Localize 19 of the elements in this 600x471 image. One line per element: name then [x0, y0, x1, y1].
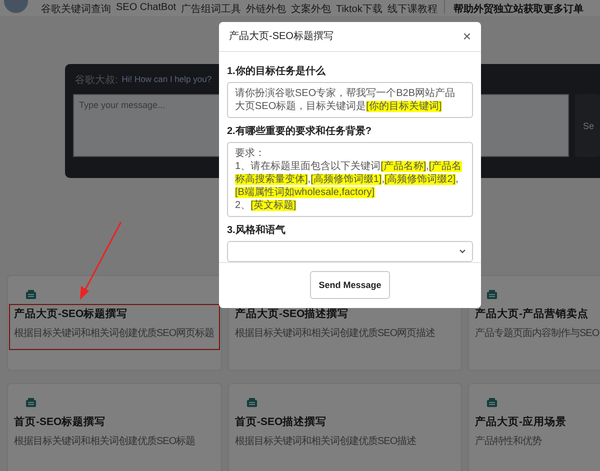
card-title: 产品大页-产品营销卖点	[475, 307, 588, 321]
card-title: 首页-SEO描述撰写	[235, 415, 327, 429]
greeting-text: Hi! How can I help you?	[122, 73, 212, 86]
card-title: 首页-SEO标题撰写	[14, 415, 106, 429]
field-label: 2.有哪些重要的要求和任务背景?	[227, 124, 372, 138]
card-description: 根据目标关键词和相关词创建优质SEO描述	[235, 435, 416, 449]
card-title: 产品大页-应用场景	[475, 415, 566, 429]
card-description: 根据目标关键词和相关词创建优质SEO网页标题	[14, 327, 214, 341]
field-label: 3.风格和语气	[227, 224, 286, 237]
card-description: 产品专题页面内容制作与SEO	[475, 327, 600, 341]
card-description: 产品特性和优势	[475, 435, 542, 449]
card-title: 产品大页-SEO标题撰写	[14, 307, 128, 321]
card-description: 根据目标关键词和相关词创建优质SEO网页描述	[235, 327, 436, 341]
field-label: 1.你的目标任务是什么	[227, 64, 326, 78]
card-title: 产品大页-SEO描述撰写	[235, 307, 349, 321]
speaker-name: 谷歌大叔:	[75, 74, 118, 86]
card-description: 根据目标关键词和相关词创建优质SEO标题	[14, 435, 196, 449]
dialog-title: 产品大页-SEO标题撰写	[229, 30, 334, 44]
slogan-text: 帮助外贸独立站获取更多订单	[453, 2, 584, 16]
